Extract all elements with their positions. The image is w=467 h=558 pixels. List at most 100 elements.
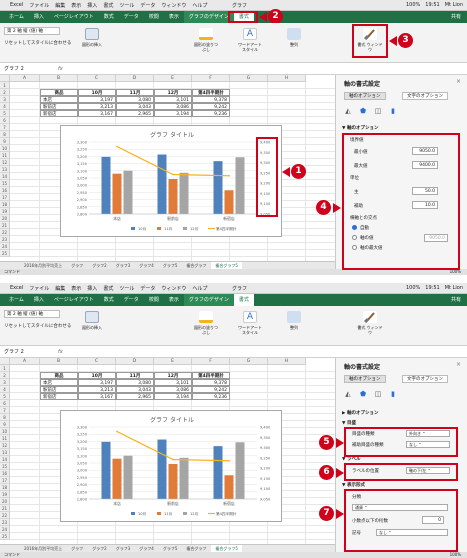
tab-review[interactable]: 校閲 [144,294,164,306]
column-header-h[interactable]: H [268,358,306,365]
row-header[interactable]: 4 [0,103,10,110]
tab-text-options[interactable]: 文字のオプション [402,92,448,100]
column-header-d[interactable]: D [116,358,154,365]
row-header[interactable]: 7 [0,407,10,414]
menu-file[interactable]: ファイル [29,285,49,292]
table-cell[interactable]: 9,378 [192,96,230,103]
worksheet-grid[interactable]: A B C D E F G H 1 2 3 4 5 6 7 8 9 10 11 12 13 14 15 16 17 18 19 20 2… [0,358,335,544]
table-cell[interactable]: 新宿店 [40,110,78,117]
table-cell[interactable]: 本店 [40,379,78,386]
insert-shape-button[interactable]: 図形の挿入 [78,311,106,330]
size-icon[interactable]: ◫ [374,390,382,398]
table-cell[interactable]: 3,167 [78,110,116,117]
tab-format[interactable]: 書式 [233,11,254,23]
minor-tick-dropdown[interactable]: なし ⌃ [406,441,450,448]
section-number[interactable]: ▼ 表示形式 [342,482,365,488]
row-header[interactable]: 1 [0,82,10,89]
table-header-cell[interactable]: 12月 [154,372,192,379]
tab-data[interactable]: データ [119,294,144,306]
menu-file[interactable]: ファイル [29,2,49,9]
column-header-c[interactable]: C [78,358,116,365]
section-axis-options[interactable]: ▶ 軸のオプション [342,410,379,416]
paint-bucket-icon[interactable]: ◭ [344,107,352,115]
table-cell[interactable]: 3,080 [116,96,154,103]
table-cell[interactable]: 本店 [40,96,78,103]
chart-element-selector[interactable]: 第 2 軸 縦 (値) 軸 [4,27,60,35]
table-header-cell[interactable]: 商品 [40,89,78,96]
row-header[interactable]: 19 [0,491,10,498]
row-header[interactable]: 7 [0,124,10,131]
row-header[interactable]: 18 [0,484,10,491]
row-header[interactable]: 12 [0,442,10,449]
paint-bucket-icon[interactable]: ◭ [344,390,352,398]
row-header[interactable]: 9 [0,421,10,428]
menu-insert[interactable]: 挿入 [87,285,97,292]
row-header[interactable]: 22 [0,512,10,519]
pentagon-icon[interactable]: ⬟ [359,107,367,115]
table-cell[interactable]: 3,080 [116,379,154,386]
row-header[interactable]: 20 [0,498,10,505]
menu-help[interactable]: ヘルプ [192,285,207,292]
table-cell[interactable]: 2,965 [116,110,154,117]
category-dropdown[interactable]: 通貨 ⌃ [352,504,448,511]
row-header[interactable]: 8 [0,414,10,421]
row-header[interactable]: 13 [0,166,10,173]
row-header[interactable]: 14 [0,456,10,463]
row-header[interactable]: 12 [0,159,10,166]
row-header[interactable]: 8 [0,131,10,138]
tab-axis-options[interactable]: 軸のオプション [344,92,386,100]
cross-value-radio[interactable] [352,235,357,240]
row-header[interactable]: 17 [0,194,10,201]
row-header[interactable]: 15 [0,180,10,187]
table-header-cell[interactable]: 10月 [78,89,116,96]
select-all-corner[interactable] [0,358,10,365]
menu-data[interactable]: データ [140,285,155,292]
min-input[interactable]: 9050.0 [412,147,438,155]
name-box[interactable]: グラフ 2 [4,66,28,73]
label-position-dropdown[interactable]: 軸の下/左 ⌃ [406,467,450,474]
menu-window[interactable]: ウィンドウ [161,285,186,292]
tab-home[interactable]: ホーム [4,11,29,23]
tab-formulas[interactable]: 数式 [99,11,119,23]
row-header[interactable]: 3 [0,96,10,103]
table-cell[interactable]: 3,194 [154,110,192,117]
table-cell[interactable]: 9,378 [192,379,230,386]
row-header[interactable]: 21 [0,222,10,229]
row-header[interactable]: 3 [0,379,10,386]
row-header[interactable]: 4 [0,386,10,393]
table-cell[interactable]: 3,043 [116,386,154,393]
row-header[interactable]: 6 [0,400,10,407]
share-button[interactable]: 共有 [451,11,461,23]
row-header[interactable]: 23 [0,236,10,243]
cross-value-input[interactable]: 9050.0 [424,234,448,242]
column-header-e[interactable]: E [154,75,192,82]
row-header[interactable]: 13 [0,449,10,456]
row-header[interactable]: 16 [0,470,10,477]
menu-tools[interactable]: ツール [119,2,134,9]
column-header-h[interactable]: H [268,75,306,82]
size-icon[interactable]: ◫ [374,107,382,115]
table-cell[interactable]: 3,101 [154,379,192,386]
table-cell[interactable]: 3,197 [78,379,116,386]
column-header-b[interactable]: B [40,358,78,365]
tab-home[interactable]: ホーム [4,294,29,306]
major-tick-dropdown[interactable]: 外向き ⌃ [406,430,450,437]
close-icon[interactable]: × [456,361,461,368]
tab-text-options[interactable]: 文字のオプション [402,375,448,383]
tab-chart-design[interactable]: グラフのデザイン [183,294,234,306]
max-input[interactable]: 9400.0 [412,161,438,169]
reset-style-button[interactable]: リセットしてスタイルに合わせる [4,40,71,46]
row-header[interactable]: 17 [0,477,10,484]
table-cell[interactable]: 3,213 [78,386,116,393]
section-labels[interactable]: ▼ ラベル [342,456,361,462]
table-cell[interactable]: 9,242 [192,386,230,393]
row-header[interactable]: 1 [0,365,10,372]
row-header[interactable]: 11 [0,152,10,159]
section-axis-options[interactable]: ▼ 軸のオプション [342,125,379,131]
row-header[interactable]: 10 [0,428,10,435]
table-header-cell[interactable]: 第4四半期計 [192,89,230,96]
section-ticks[interactable]: ▼ 目盛 [342,420,356,426]
table-header-cell[interactable]: 11月 [116,89,154,96]
table-header-cell[interactable]: 11月 [116,372,154,379]
combo-chart[interactable]: グラフ タイトル 3,300 3,250 3,200 3,150 3,100 3,050 3,… [60,125,282,237]
